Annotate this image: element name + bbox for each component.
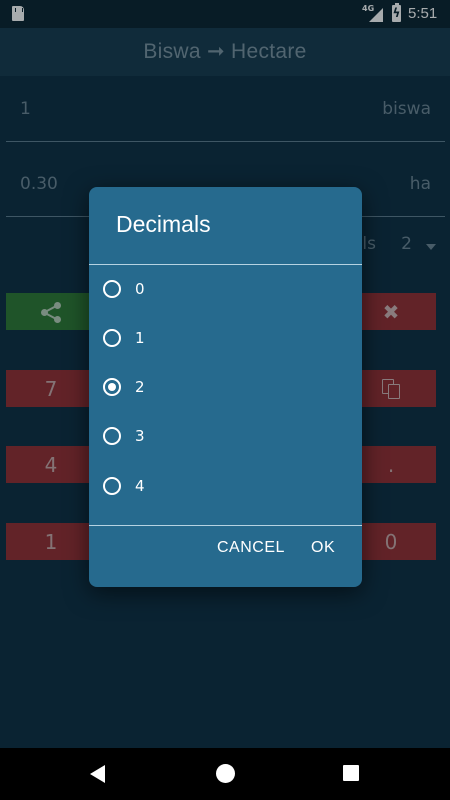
- back-icon[interactable]: [90, 765, 105, 783]
- decimals-dialog: Decimals 0 1 2 3 4 CANCEL OK: [89, 187, 362, 587]
- option-label: 4: [135, 477, 145, 495]
- ok-button[interactable]: OK: [311, 539, 335, 557]
- radio-unchecked-icon[interactable]: [103, 329, 121, 347]
- option-0[interactable]: 0: [89, 266, 362, 312]
- radio-unchecked-icon[interactable]: [103, 280, 121, 298]
- dialog-divider-top: [89, 264, 362, 265]
- option-2[interactable]: 2: [89, 364, 362, 410]
- option-3[interactable]: 3: [89, 413, 362, 459]
- option-label: 3: [135, 427, 145, 445]
- home-icon[interactable]: [216, 764, 235, 783]
- navigation-bar: [0, 748, 450, 800]
- cancel-button[interactable]: CANCEL: [217, 539, 285, 557]
- radio-unchecked-icon[interactable]: [103, 477, 121, 495]
- radio-unchecked-icon[interactable]: [103, 427, 121, 445]
- dialog-title: Decimals: [116, 211, 211, 237]
- option-4[interactable]: 4: [89, 463, 362, 509]
- radio-checked-icon[interactable]: [103, 378, 121, 396]
- option-label: 0: [135, 280, 145, 298]
- option-label: 2: [135, 378, 145, 396]
- option-label: 1: [135, 329, 145, 347]
- recents-icon[interactable]: [343, 765, 359, 781]
- dialog-divider-bottom: [89, 525, 362, 526]
- option-1[interactable]: 1: [89, 315, 362, 361]
